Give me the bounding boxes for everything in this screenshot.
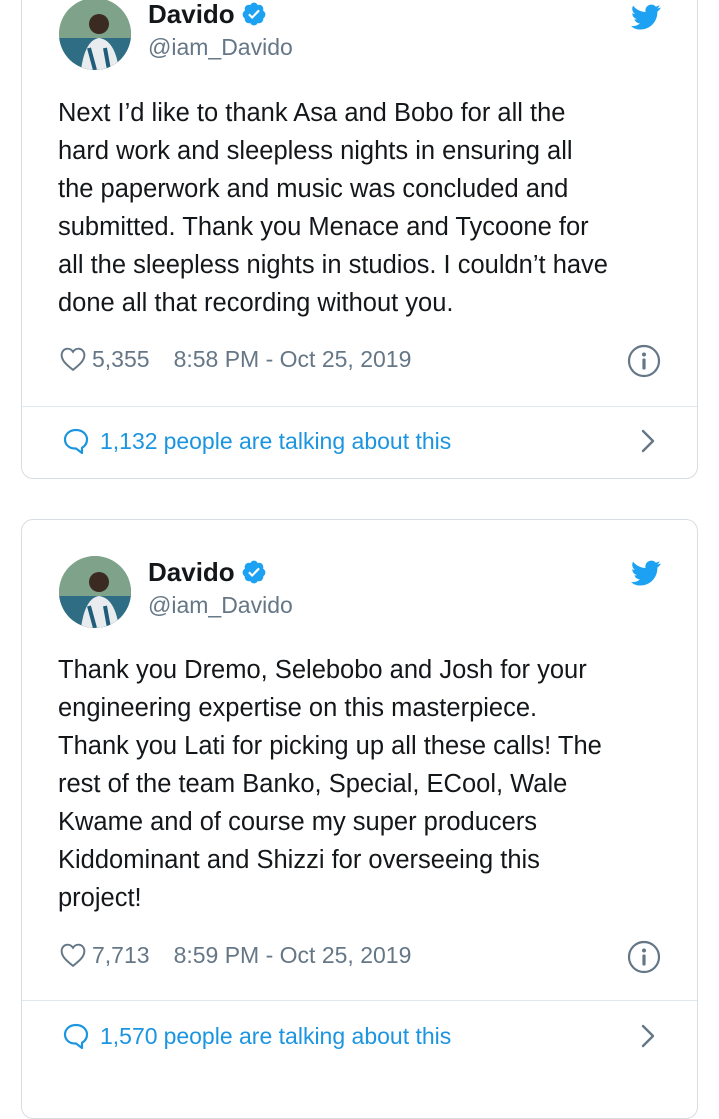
tweet-meta: 7,713 8:59 PM - Oct 25, 2019 <box>60 941 411 969</box>
author-name-row: Davido <box>148 557 267 587</box>
verified-badge-icon <box>242 560 266 584</box>
author-handle[interactable]: @iam_Davido <box>148 591 293 619</box>
author-name-row: Davido <box>148 0 267 29</box>
author-name[interactable]: Davido <box>148 0 235 29</box>
divider <box>22 1000 697 1001</box>
conversation-link[interactable]: 1,570 people are talking about this <box>62 1022 657 1050</box>
avatar[interactable] <box>59 556 131 628</box>
like-count: 5,355 <box>92 346 150 372</box>
speech-bubble-icon <box>63 428 89 455</box>
heart-icon[interactable] <box>60 943 86 967</box>
twitter-bird-icon[interactable] <box>631 4 661 30</box>
avatar[interactable] <box>59 0 131 70</box>
chevron-right-icon <box>641 429 655 453</box>
talking-count: 1,570 <box>100 1023 158 1049</box>
chevron-right-icon <box>641 1024 655 1048</box>
tweet-text: Thank you Dremo, Selebobo and Josh for y… <box>58 656 602 912</box>
divider <box>22 406 697 407</box>
like-count: 7,713 <box>92 942 150 968</box>
heart-icon[interactable] <box>60 347 86 371</box>
conversation-link[interactable]: 1,132 people are talking about this <box>62 427 657 455</box>
twitter-bird-icon[interactable] <box>631 560 661 586</box>
talking-label: people are talking about this <box>163 1023 452 1049</box>
tweet-timestamp[interactable]: 8:59 PM - Oct 25, 2019 <box>174 941 412 969</box>
author-name[interactable]: Davido <box>148 557 235 587</box>
talking-count: 1,132 <box>100 428 158 454</box>
tweet-text: Next I’d like to thank Asa and Bobo for … <box>58 99 608 317</box>
author-handle[interactable]: @iam_Davido <box>148 33 293 61</box>
verified-badge-icon <box>242 2 266 26</box>
talking-label: people are talking about this <box>163 428 452 454</box>
speech-bubble-icon <box>63 1023 89 1050</box>
tweet-card[interactable]: Davido @iam_Davido Thank you Dremo, Sele… <box>21 519 698 1119</box>
tweet-timestamp[interactable]: 8:58 PM - Oct 25, 2019 <box>174 345 412 373</box>
tweet-card[interactable]: Davido @iam_Davido Next I’d like to than… <box>21 0 698 479</box>
tweet-meta: 5,355 8:58 PM - Oct 25, 2019 <box>60 345 411 373</box>
info-icon[interactable] <box>627 344 661 378</box>
info-icon[interactable] <box>627 940 661 974</box>
